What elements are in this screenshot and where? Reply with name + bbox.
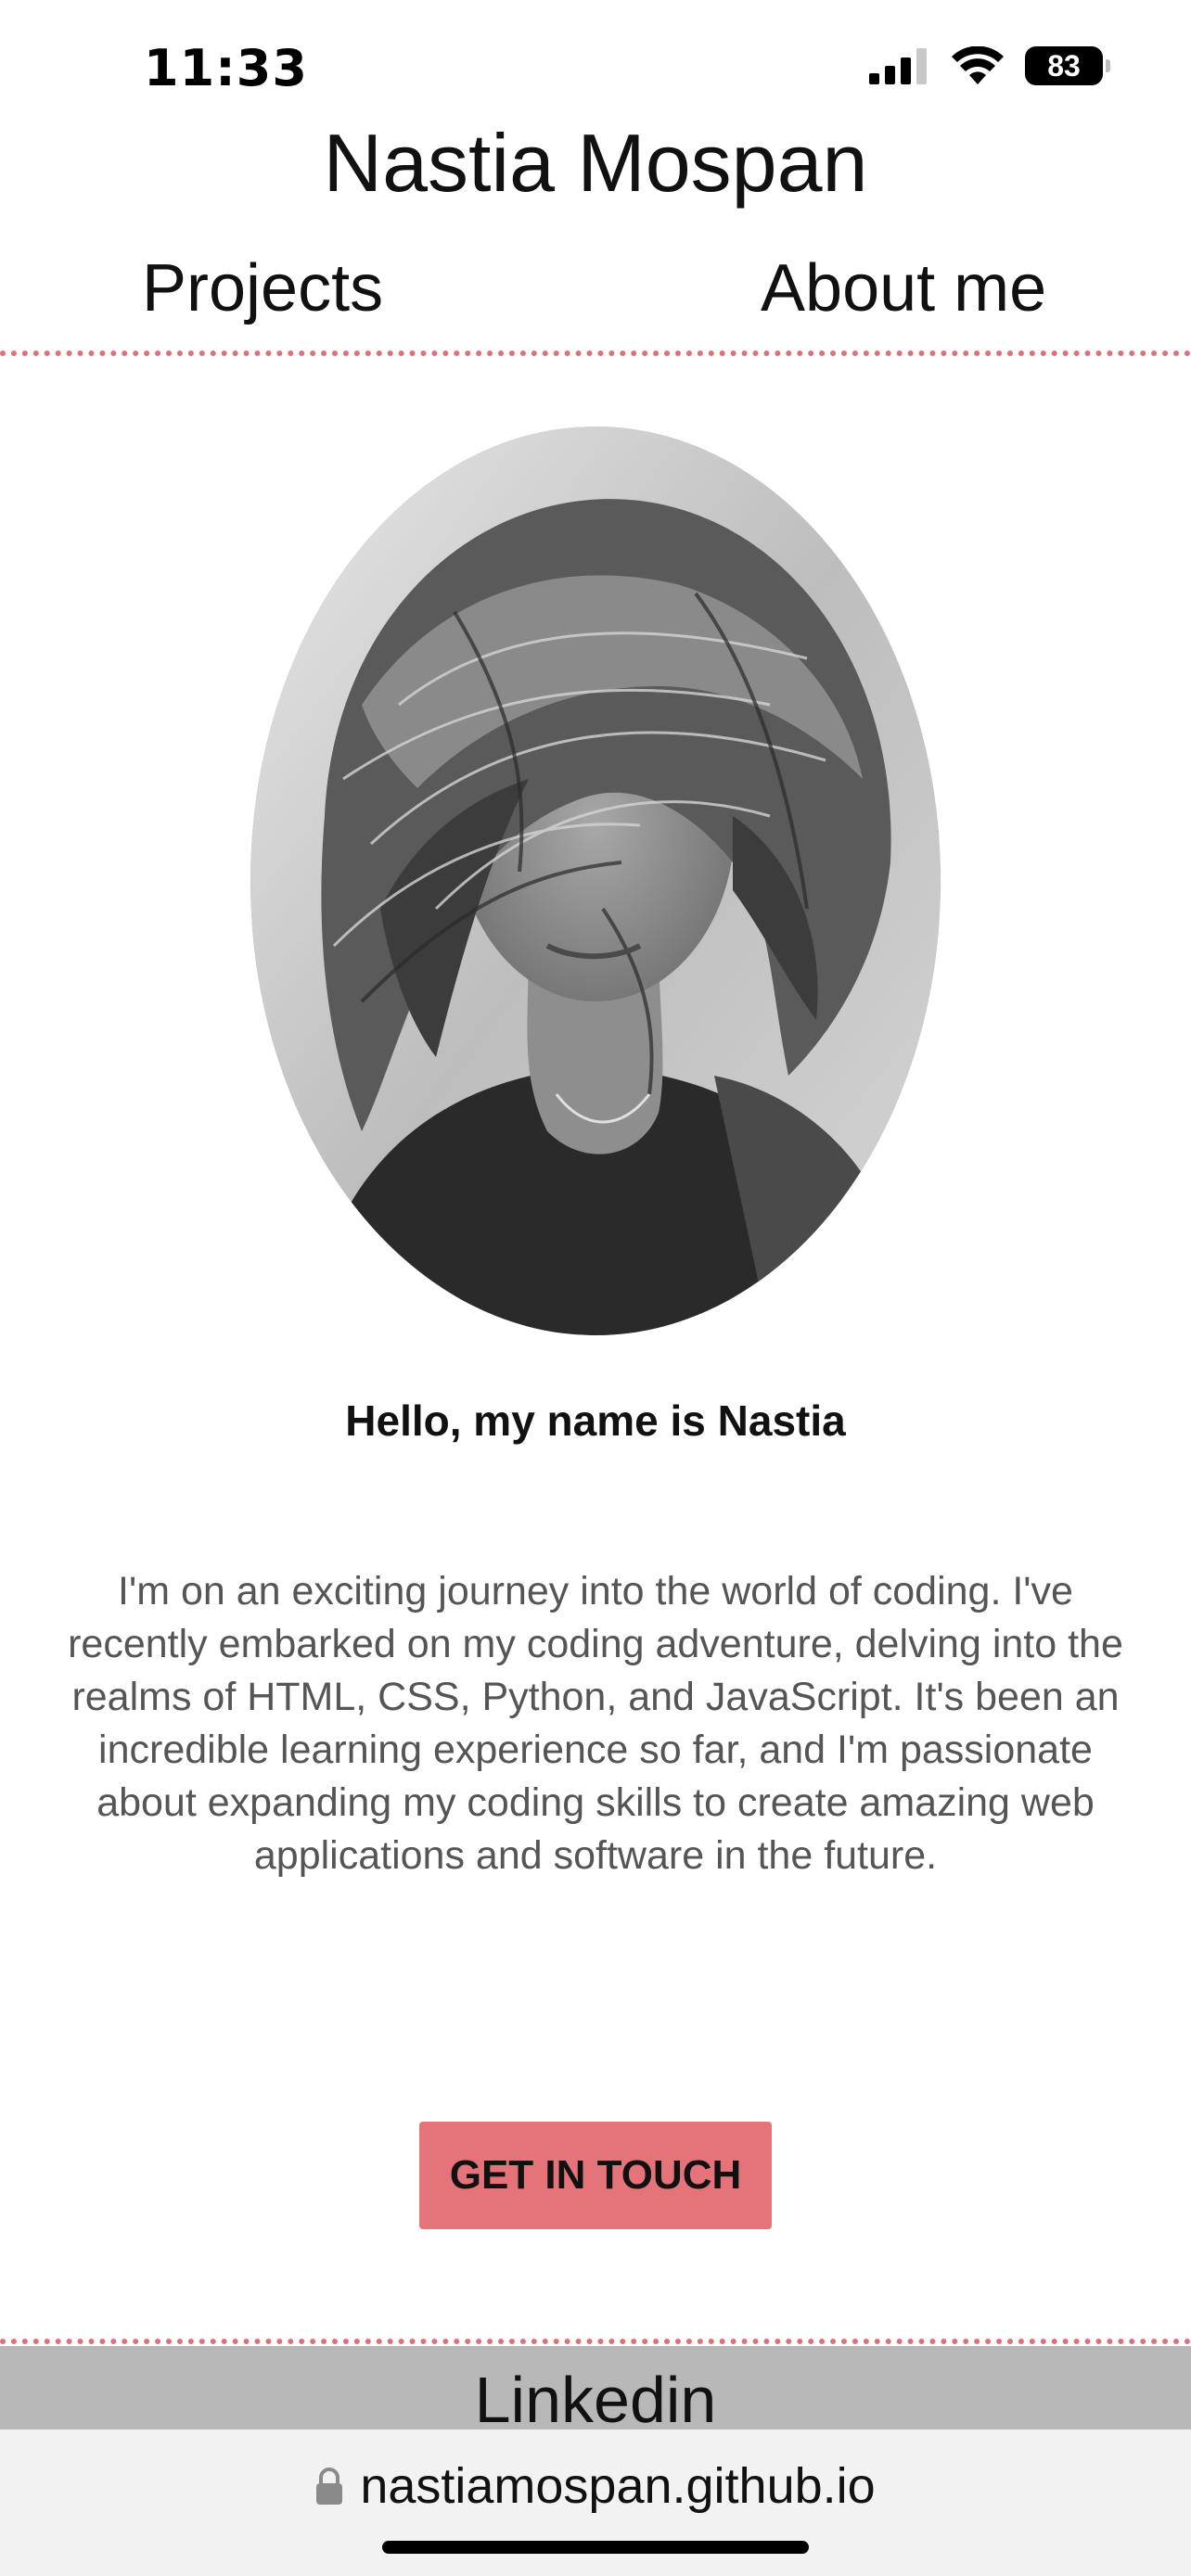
portrait-illustration bbox=[250, 427, 941, 1335]
nav-link-projects[interactable]: Projects bbox=[142, 250, 383, 326]
lock-icon bbox=[316, 2468, 343, 2505]
battery-nub bbox=[1106, 59, 1110, 72]
home-indicator[interactable] bbox=[382, 2541, 809, 2554]
get-in-touch-button[interactable]: GET IN TOUCH bbox=[419, 2122, 772, 2229]
footer: Linkedin bbox=[0, 2346, 1191, 2429]
nav-link-about[interactable]: About me bbox=[761, 250, 1046, 326]
status-time: 11:33 bbox=[144, 39, 308, 97]
status-icons: 83 bbox=[869, 46, 1110, 85]
bio-paragraph: I'm on an exciting journey into the worl… bbox=[68, 1569, 1123, 1878]
site-title: Nastia Mospan bbox=[323, 117, 868, 209]
wifi-icon bbox=[952, 46, 1004, 84]
battery-indicator: 83 bbox=[1025, 46, 1110, 85]
url-content: nastiamospan.github.io bbox=[0, 2457, 1191, 2515]
greeting-heading: Hello, my name is Nastia bbox=[345, 1396, 846, 1445]
status-bar: 11:33 83 bbox=[0, 0, 1191, 130]
browser-url-bar[interactable]: nastiamospan.github.io bbox=[0, 2429, 1191, 2576]
battery-level: 83 bbox=[1047, 48, 1081, 83]
main-nav: Projects About me bbox=[0, 250, 1191, 343]
cellular-signal-icon bbox=[869, 48, 927, 84]
profile-photo bbox=[250, 427, 941, 1335]
url-text[interactable]: nastiamospan.github.io bbox=[360, 2457, 875, 2515]
footer-divider bbox=[0, 2339, 1191, 2344]
page: 11:33 83 Nastia Mospan Projects About me bbox=[0, 0, 1191, 2576]
linkedin-link[interactable]: Linkedin bbox=[0, 2363, 1191, 2429]
header-divider bbox=[0, 351, 1191, 356]
